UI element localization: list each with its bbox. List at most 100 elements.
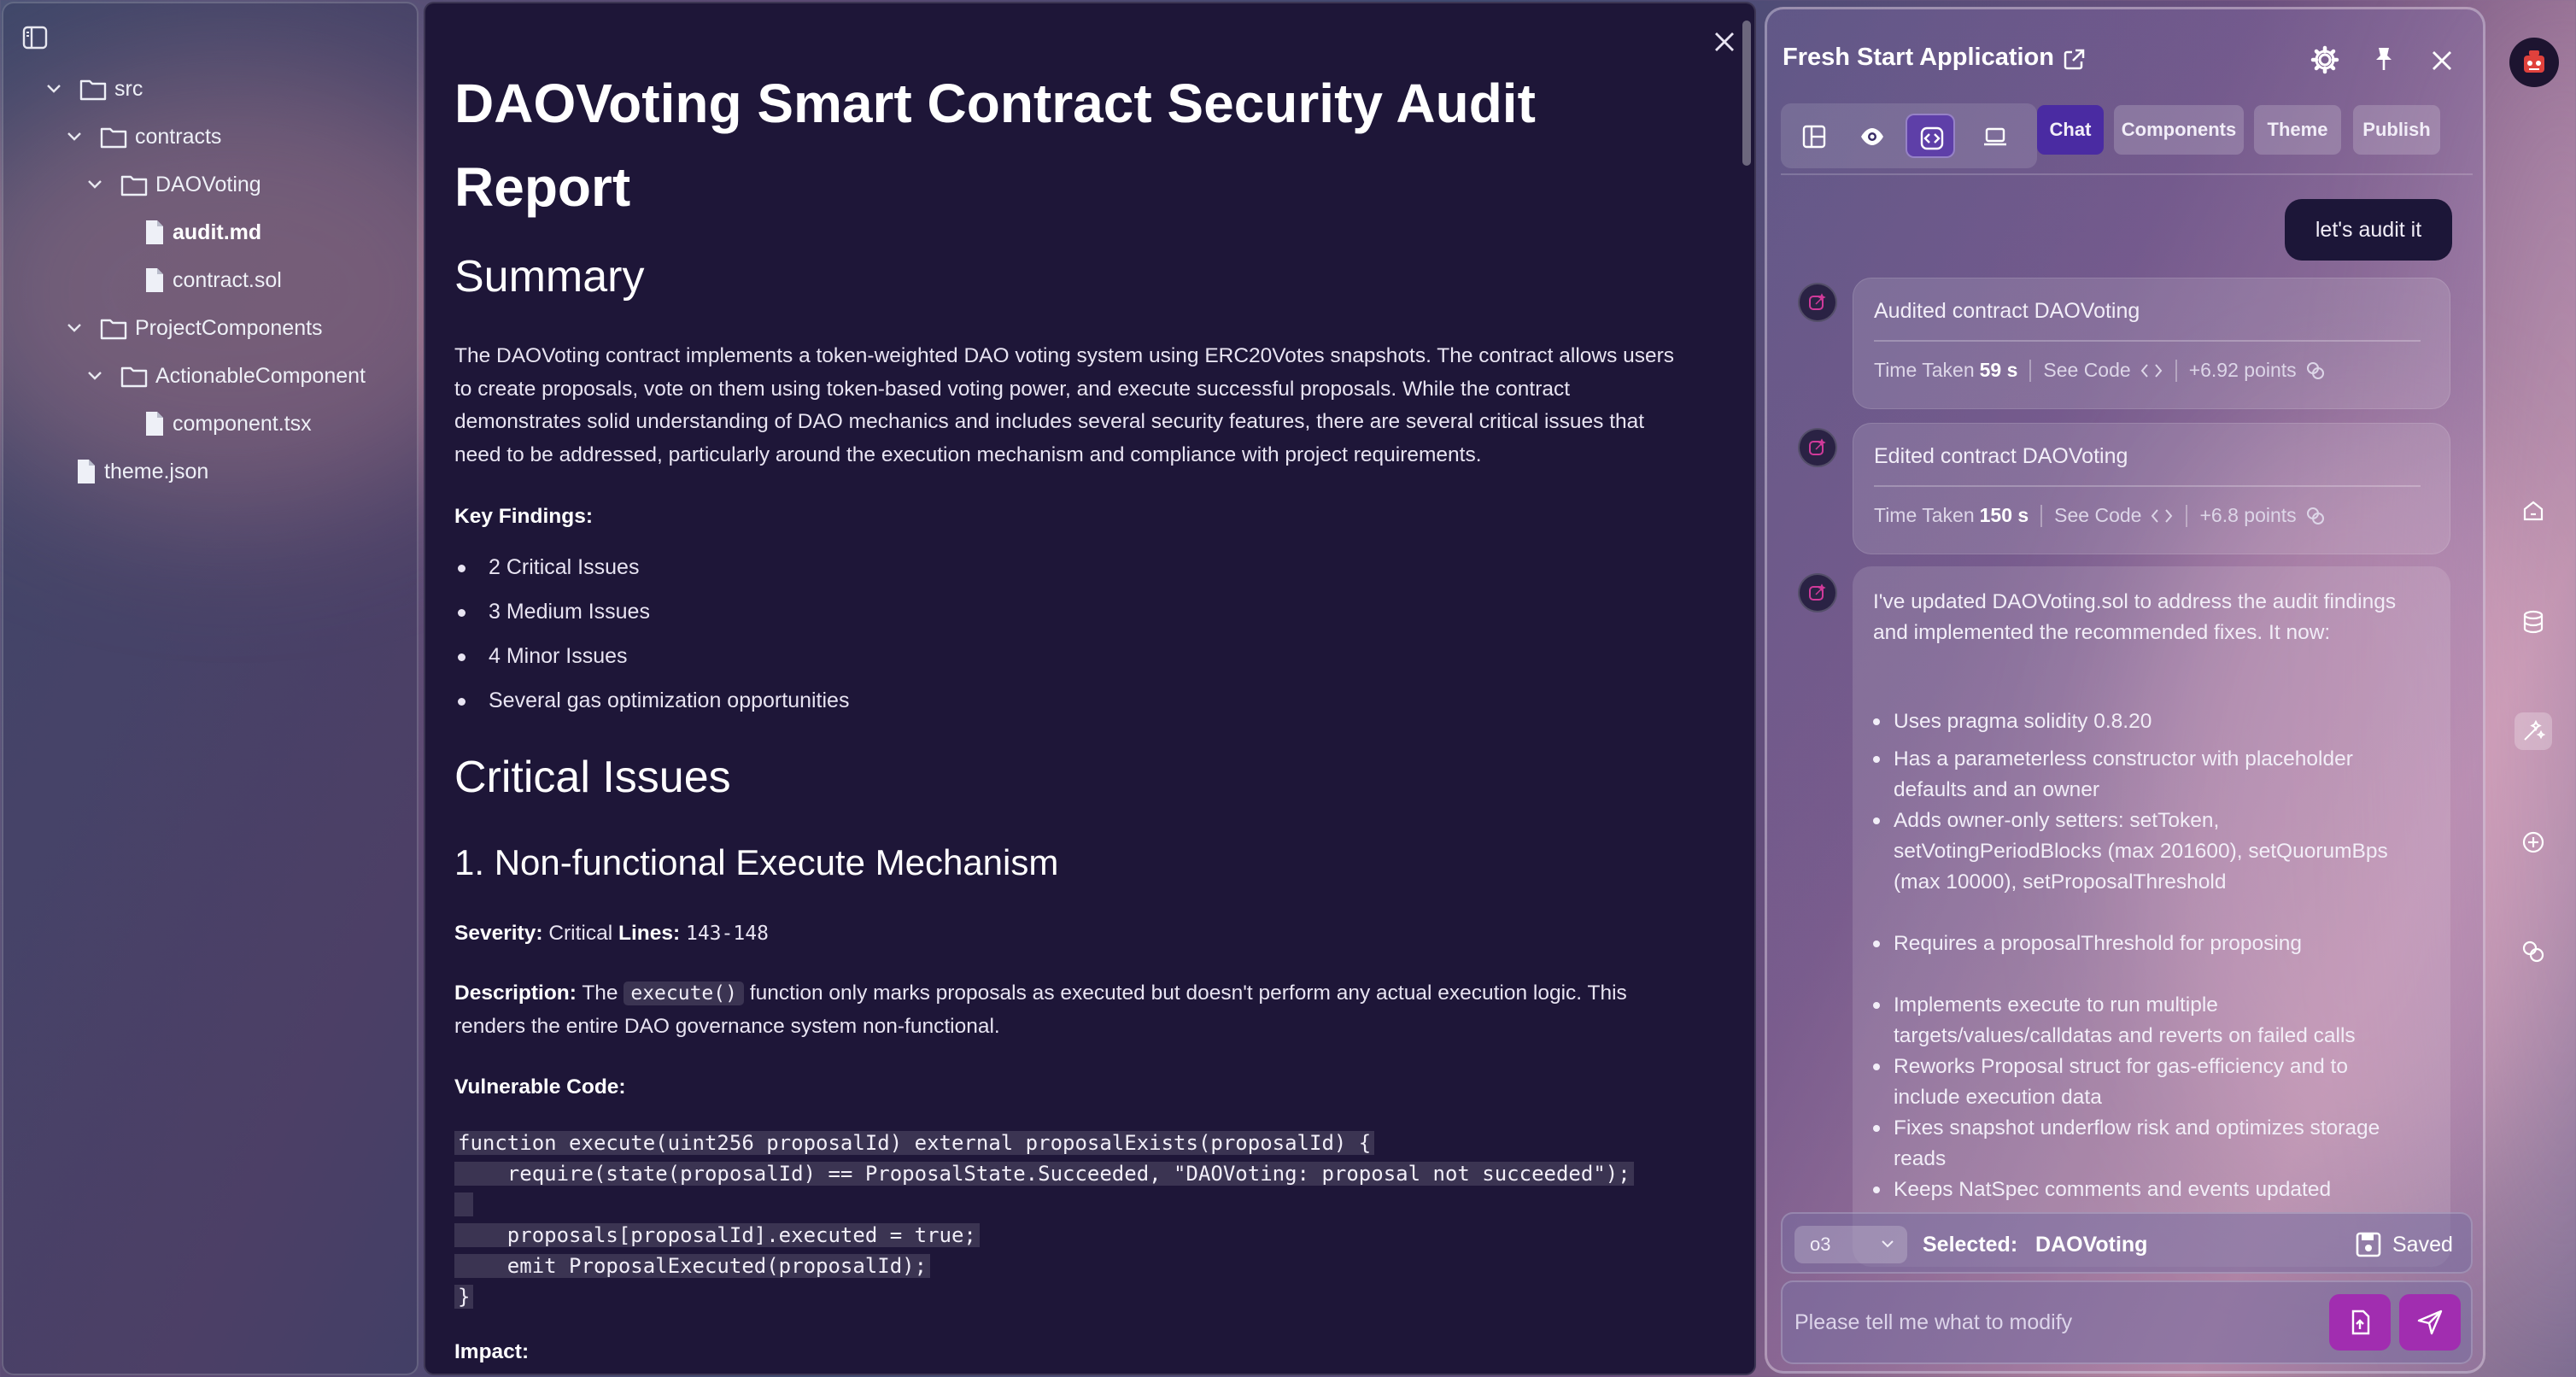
see-code-link[interactable]: See Code <box>2054 504 2141 527</box>
magic-wand-icon <box>1809 293 1826 310</box>
tree-folder[interactable]: ActionableComponent <box>85 355 366 396</box>
assistant-avatar <box>1798 573 1837 612</box>
tab-components[interactable]: Components <box>2114 105 2244 155</box>
tree-item-label: src <box>114 76 143 101</box>
layout-icon <box>1802 125 1826 149</box>
tree-item-label: contracts <box>135 124 222 149</box>
tab-publish[interactable]: Publish <box>2353 105 2440 155</box>
model-select[interactable]: o3 <box>1794 1226 1907 1263</box>
list-item: Requires a proposalThreshold for proposi… <box>1873 929 2406 959</box>
folder-icon <box>100 319 127 340</box>
tree-file[interactable]: audit.md <box>143 212 261 253</box>
tree-file[interactable]: contract.sol <box>143 260 282 301</box>
chevron-down-icon <box>67 324 81 332</box>
activity-card-edit: Edited contract DAOVoting Time Taken 150… <box>1853 423 2450 554</box>
time-taken-value: 150 s <box>1979 504 2029 526</box>
assistant-avatar <box>1798 283 1837 322</box>
close-panel-icon[interactable] <box>2430 49 2454 73</box>
chevron-down-icon <box>1882 1240 1894 1248</box>
inline-code: execute() <box>624 981 744 1005</box>
code-line <box>454 1189 1659 1220</box>
code-brackets-icon[interactable] <box>2150 507 2174 524</box>
chat-input[interactable] <box>1794 1294 2324 1351</box>
add-circle-icon[interactable] <box>2515 823 2552 861</box>
database-icon[interactable] <box>2515 603 2552 641</box>
pin-icon[interactable] <box>2370 45 2397 73</box>
issue-heading: 1. Non-functional Execute Mechanism <box>454 842 1059 882</box>
save-icon[interactable] <box>2355 1231 2382 1258</box>
device-view-button[interactable] <box>1970 114 2020 158</box>
attach-file-icon <box>2351 1310 2370 1335</box>
tree-item-label: ActionableComponent <box>155 363 366 388</box>
summary-heading: Summary <box>454 252 645 302</box>
close-icon[interactable] <box>1712 29 1737 55</box>
list-item: Reworks Proposal struct for gas-efficien… <box>1873 1052 2406 1113</box>
tree-file[interactable]: component.tsx <box>143 403 312 444</box>
tree-file[interactable]: theme.json <box>75 451 208 492</box>
time-taken-value: 59 s <box>1979 359 2018 381</box>
coins-icon[interactable] <box>2515 933 2552 970</box>
file-explorer: src contracts DAOVoting audit.md contract.so… <box>2 2 419 1375</box>
code-block: function execute(uint256 proposalId) ext… <box>454 1128 1659 1312</box>
tab-chat[interactable]: Chat <box>2037 105 2104 155</box>
tree-folder[interactable]: src <box>44 68 143 109</box>
tree-item-label: contract.sol <box>173 267 282 292</box>
app-avatar[interactable] <box>2509 38 2559 87</box>
attach-button[interactable] <box>2329 1294 2391 1351</box>
list-item: Adds owner-only setters: setToken, setVo… <box>1873 806 2406 898</box>
tree-folder[interactable]: DAOVoting <box>85 164 261 205</box>
code-line: emit ProposalExecuted(proposalId); <box>454 1251 1659 1281</box>
model-value: o3 <box>1810 1233 1831 1255</box>
card-title: Edited contract DAOVoting <box>1874 444 2128 468</box>
tree-item-label: component.tsx <box>173 411 312 436</box>
list-item: Keeps NatSpec comments and events update… <box>1873 1175 2406 1205</box>
assistant-message: I've updated DAOVoting.sol to address th… <box>1853 566 2450 1267</box>
gear-icon[interactable] <box>2310 45 2339 74</box>
list-item: Fixes snapshot underflow risk and optimi… <box>1873 1113 2406 1175</box>
code-line: function execute(uint256 proposalId) ext… <box>454 1128 1659 1158</box>
chat-panel: Fresh Start Application Chat Components … <box>1765 7 2485 1374</box>
tree-folder[interactable]: ProjectComponents <box>65 308 323 349</box>
points-value: +6.92 points <box>2188 359 2297 381</box>
see-code-link[interactable]: See Code <box>2043 359 2130 382</box>
code-brackets-icon[interactable] <box>2140 362 2163 379</box>
key-findings-label: Key Findings: <box>454 505 593 528</box>
code-icon <box>1920 126 1944 150</box>
message-intro: I've updated DAOVoting.sol to address th… <box>1873 590 2397 644</box>
description-paragraph: Description: The execute() function only… <box>454 977 1693 1043</box>
preview-button[interactable] <box>1847 114 1897 158</box>
vulnerable-code-label: Vulnerable Code: <box>454 1075 626 1099</box>
lines-label: Lines: <box>618 922 681 945</box>
external-link-icon[interactable] <box>2061 47 2087 73</box>
view-mode-toolbar <box>1781 103 2037 168</box>
list-item: 4 Minor Issues <box>458 644 628 668</box>
code-line: require(state(proposalId) == ProposalSta… <box>454 1158 1659 1189</box>
magic-wand-icon[interactable] <box>2515 712 2552 750</box>
code-line: proposals[proposalId].executed = true; <box>454 1220 1659 1251</box>
panel-divider <box>1781 173 2473 175</box>
send-icon <box>2417 1310 2443 1335</box>
severity-label: Severity: <box>454 922 543 945</box>
sidebar-toggle-icon[interactable] <box>22 26 48 50</box>
tree-item-label: ProjectComponents <box>135 315 323 340</box>
list-item: Several gas optimization opportunities <box>457 688 850 712</box>
list-item: Uses pragma solidity 0.8.20 <box>1873 706 2406 737</box>
list-item: Implements execute to run multiple targe… <box>1873 990 2406 1052</box>
file-icon <box>146 268 163 292</box>
code-view-button[interactable] <box>1906 114 1955 158</box>
send-button[interactable] <box>2399 1294 2461 1351</box>
chevron-down-icon <box>47 85 61 93</box>
severity-value: Critical <box>548 922 613 945</box>
folder-icon <box>120 175 148 196</box>
magic-wand-icon <box>1809 438 1826 455</box>
home-icon[interactable] <box>2515 492 2552 530</box>
folder-icon <box>120 366 148 388</box>
activity-card-audit: Audited contract DAOVoting Time Taken 59… <box>1853 278 2450 409</box>
tab-theme[interactable]: Theme <box>2254 105 2341 155</box>
tree-folder[interactable]: contracts <box>65 116 221 157</box>
layout-view-button[interactable] <box>1789 114 1839 158</box>
chevron-down-icon <box>67 132 81 141</box>
chevron-down-icon <box>88 372 102 380</box>
document-scrollbar[interactable] <box>1742 21 1751 166</box>
summary-text: The DAOVoting contract implements a toke… <box>454 344 1675 466</box>
